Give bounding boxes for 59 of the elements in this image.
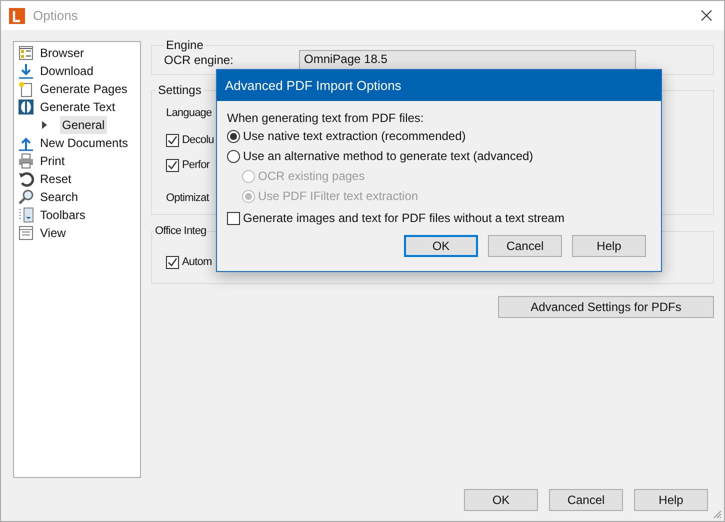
dialog-button[interactable]: OK (404, 235, 478, 257)
checkbox[interactable] (166, 134, 179, 146)
option-label: OCR existing pages (258, 168, 365, 185)
check-icon (167, 257, 178, 268)
sidebar-item[interactable]: Search (38, 188, 80, 206)
radio-button[interactable] (227, 130, 240, 142)
field-label: OCR engine: (164, 52, 234, 69)
window-title: Options (33, 6, 78, 25)
check-icon (167, 134, 178, 146)
text-page-icon (18, 99, 34, 115)
option-label: Use PDF IFilter text extraction (258, 188, 418, 205)
up-arrow-icon (18, 135, 34, 151)
checkbox-label: Decolu (182, 132, 214, 148)
undo-icon (18, 171, 34, 187)
resize-grip-icon[interactable] (713, 510, 722, 519)
group-title: Settings (157, 82, 202, 99)
sidebar-item[interactable]: Download (38, 62, 96, 80)
sidebar-item[interactable]: Generate Pages (38, 80, 130, 98)
group-title: Office Integ (154, 224, 208, 239)
sidebar-item[interactable]: Browser (38, 44, 86, 62)
toolbar-icon (18, 207, 34, 223)
group-title: Engine (165, 37, 204, 54)
page-icon (18, 225, 34, 241)
prompt-text: When generating text from PDF files: (227, 110, 425, 126)
sidebar-item[interactable]: New Documents (38, 134, 130, 152)
sidebar-item[interactable]: Reset (38, 170, 74, 188)
option-label: Use an alternative method to generate text (advanced) (243, 148, 534, 165)
dialog-button[interactable]: Cancel (549, 489, 623, 511)
sidebar-item[interactable]: Toolbars (38, 206, 88, 224)
app-logo-icon (9, 8, 25, 24)
sidebar-item[interactable]: General (60, 116, 107, 134)
sidebar-item[interactable]: Generate Text (38, 98, 118, 116)
check-icon (167, 160, 178, 170)
list-icon (18, 45, 34, 61)
sidebar-item[interactable]: View (38, 224, 68, 242)
checkbox[interactable] (166, 158, 179, 172)
checkbox[interactable] (166, 256, 179, 269)
advanced-settings-button[interactable]: Advanced Settings for PDFs (498, 296, 714, 318)
dialog-button[interactable]: Help (572, 235, 646, 257)
ocr-engine-dropdown[interactable]: OmniPage 18.5 (299, 50, 636, 70)
magnifier-icon (18, 189, 34, 205)
new-page-icon (18, 81, 34, 97)
checkbox-label: Generate images and text for PDF files without a text stream (243, 210, 564, 227)
dialog-button[interactable]: Cancel (488, 235, 562, 257)
checkbox-label: Perfor (182, 158, 210, 173)
dialog-title: Advanced PDF Import Options (225, 76, 402, 95)
dialog-button[interactable]: OK (464, 489, 538, 511)
dialog-button[interactable]: Help (634, 489, 708, 511)
printer-icon (18, 153, 34, 169)
checkbox[interactable] (227, 212, 240, 224)
radio-button[interactable] (227, 150, 240, 162)
sidebar-item[interactable]: Print (38, 152, 67, 170)
field-label: Optimizat (166, 191, 209, 206)
close-icon[interactable] (701, 10, 712, 21)
field-label: Language (166, 106, 212, 121)
expander-icon[interactable] (40, 121, 48, 129)
option-label: Use native text extraction (recommended) (243, 128, 466, 145)
checkbox-label: Autom (182, 255, 212, 270)
down-arrow-icon (18, 63, 34, 79)
